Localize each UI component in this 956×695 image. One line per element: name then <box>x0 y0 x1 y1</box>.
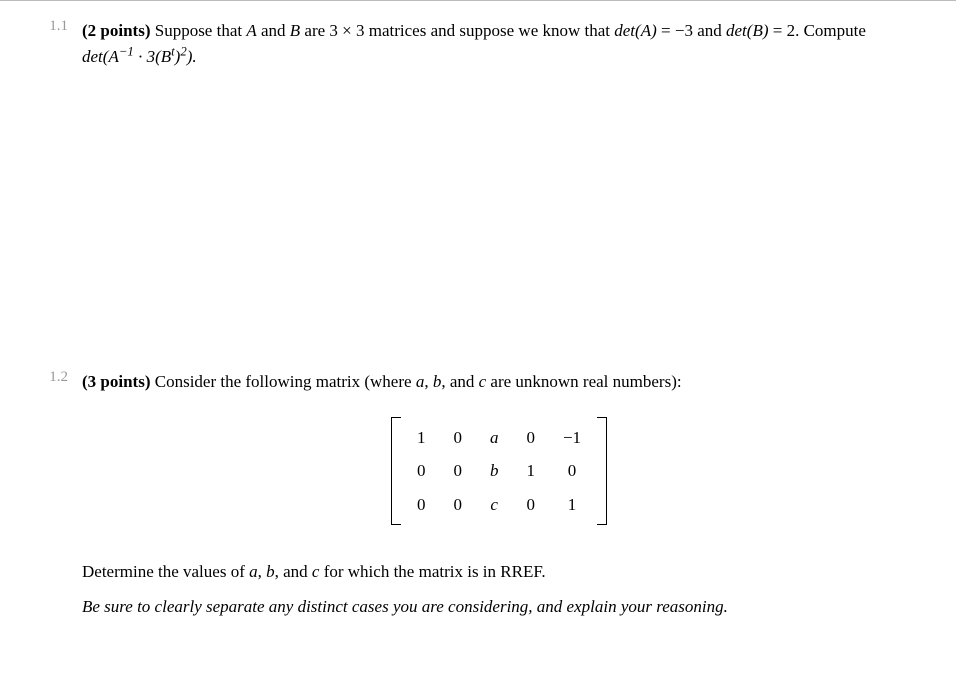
problem-body: (2 points) Suppose that A and B are 3 × … <box>82 18 916 69</box>
matrix-cell: 1 <box>512 454 549 488</box>
matrix-cell: b <box>476 454 513 488</box>
problem-number: 1.1 <box>40 18 68 69</box>
math-arg: (B) <box>747 21 769 40</box>
problem-1-2: 1.2 (3 points) Consider the following ma… <box>40 369 916 620</box>
text: and <box>257 21 290 40</box>
math-expr: (A−1 · 3(Bt)2). <box>103 47 197 66</box>
matrix-table: 1 0 a 0 −1 0 0 b 1 0 0 0 <box>403 421 595 522</box>
matrix-left-bracket <box>391 417 401 526</box>
matrix-row: 1 0 a 0 −1 <box>403 421 595 455</box>
intro-line: (3 points) Consider the following matrix… <box>82 369 916 395</box>
top-horizontal-rule <box>0 0 956 1</box>
instruction-line: Be sure to clearly separate any distinct… <box>82 594 916 620</box>
matrix-cell: 1 <box>403 421 440 455</box>
text: are unknown real numbers): <box>486 372 681 391</box>
matrix-cell: 0 <box>439 454 476 488</box>
matrix-cell: c <box>476 488 513 522</box>
math-b: b <box>266 562 275 581</box>
problem-number: 1.2 <box>40 369 68 620</box>
math-det: det <box>82 47 103 66</box>
matrix-cell: 0 <box>403 488 440 522</box>
text: Suppose that <box>150 21 246 40</box>
text: are 3 × 3 matrices and suppose we know t… <box>300 21 614 40</box>
determine-line: Determine the values of a, b, and c for … <box>82 559 916 585</box>
text: , and <box>275 562 312 581</box>
matrix-cell: 0 <box>512 421 549 455</box>
text: , <box>424 372 433 391</box>
text: , <box>258 562 267 581</box>
matrix-cell: 0 <box>403 454 440 488</box>
text: , and <box>441 372 478 391</box>
points-label: (3 points) <box>82 372 150 391</box>
matrix-cell: 0 <box>439 488 476 522</box>
math-A: A <box>246 21 256 40</box>
matrix-display: 1 0 a 0 −1 0 0 b 1 0 0 0 <box>82 417 916 533</box>
problem-body: (3 points) Consider the following matrix… <box>82 369 916 620</box>
text: = 2. Compute <box>769 21 866 40</box>
text: Consider the following matrix (where <box>150 372 415 391</box>
matrix-row: 0 0 c 0 1 <box>403 488 595 522</box>
math-B: B <box>290 21 300 40</box>
matrix-cell: −1 <box>549 421 595 455</box>
points-label: (2 points) <box>82 21 150 40</box>
math-a: a <box>249 562 258 581</box>
math-det: det <box>614 21 635 40</box>
matrix-cell: 0 <box>439 421 476 455</box>
matrix-right-bracket <box>597 417 607 526</box>
matrix-row: 0 0 b 1 0 <box>403 454 595 488</box>
problem-1-1: 1.1 (2 points) Suppose that A and B are … <box>40 18 916 69</box>
matrix-cell: 1 <box>549 488 595 522</box>
text: = −3 and <box>657 21 726 40</box>
math-det: det <box>726 21 747 40</box>
matrix-cell: 0 <box>512 488 549 522</box>
matrix-cell: a <box>476 421 513 455</box>
math-arg: (A) <box>635 21 657 40</box>
matrix-cell: 0 <box>549 454 595 488</box>
text: for which the matrix is in RREF. <box>319 562 545 581</box>
text: Determine the values of <box>82 562 249 581</box>
